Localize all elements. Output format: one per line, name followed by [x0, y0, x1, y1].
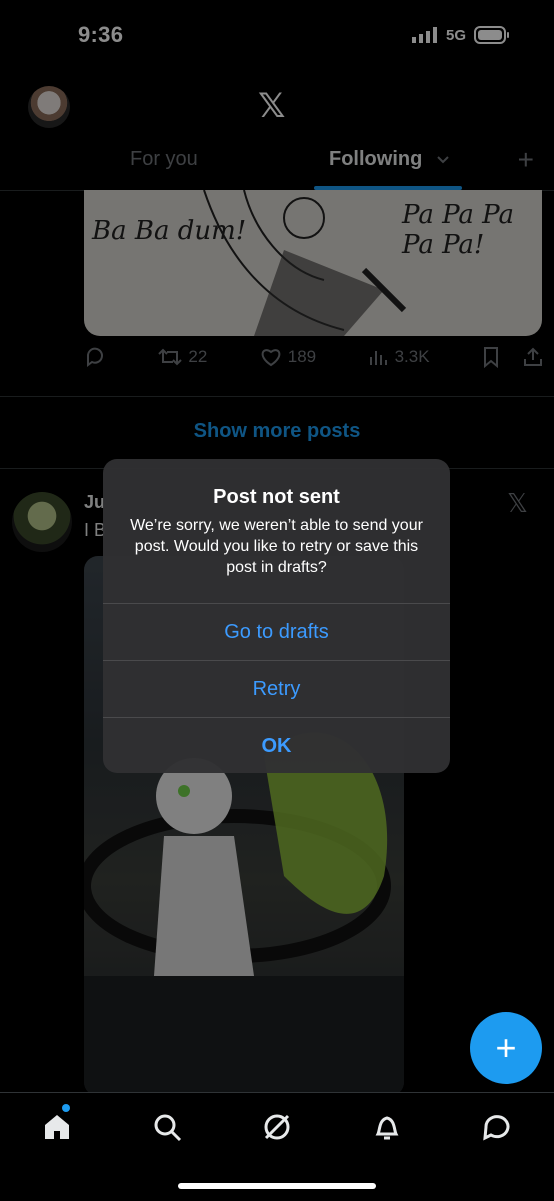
home-indicator: [178, 1183, 376, 1189]
notifications-icon[interactable]: [370, 1110, 404, 1144]
ok-button[interactable]: OK: [103, 717, 450, 774]
compose-button[interactable]: +: [470, 1012, 542, 1084]
retry-button[interactable]: Retry: [103, 660, 450, 717]
search-icon[interactable]: [150, 1110, 184, 1144]
grok-icon[interactable]: [260, 1110, 294, 1144]
home-icon[interactable]: [40, 1110, 74, 1144]
plus-icon: +: [495, 1027, 517, 1068]
messages-icon[interactable]: [480, 1110, 514, 1144]
alert-message: We’re sorry, we weren’t able to send you…: [130, 517, 423, 576]
alert-title: Post not sent: [213, 486, 340, 508]
go-to-drafts-button[interactable]: Go to drafts: [103, 603, 450, 660]
